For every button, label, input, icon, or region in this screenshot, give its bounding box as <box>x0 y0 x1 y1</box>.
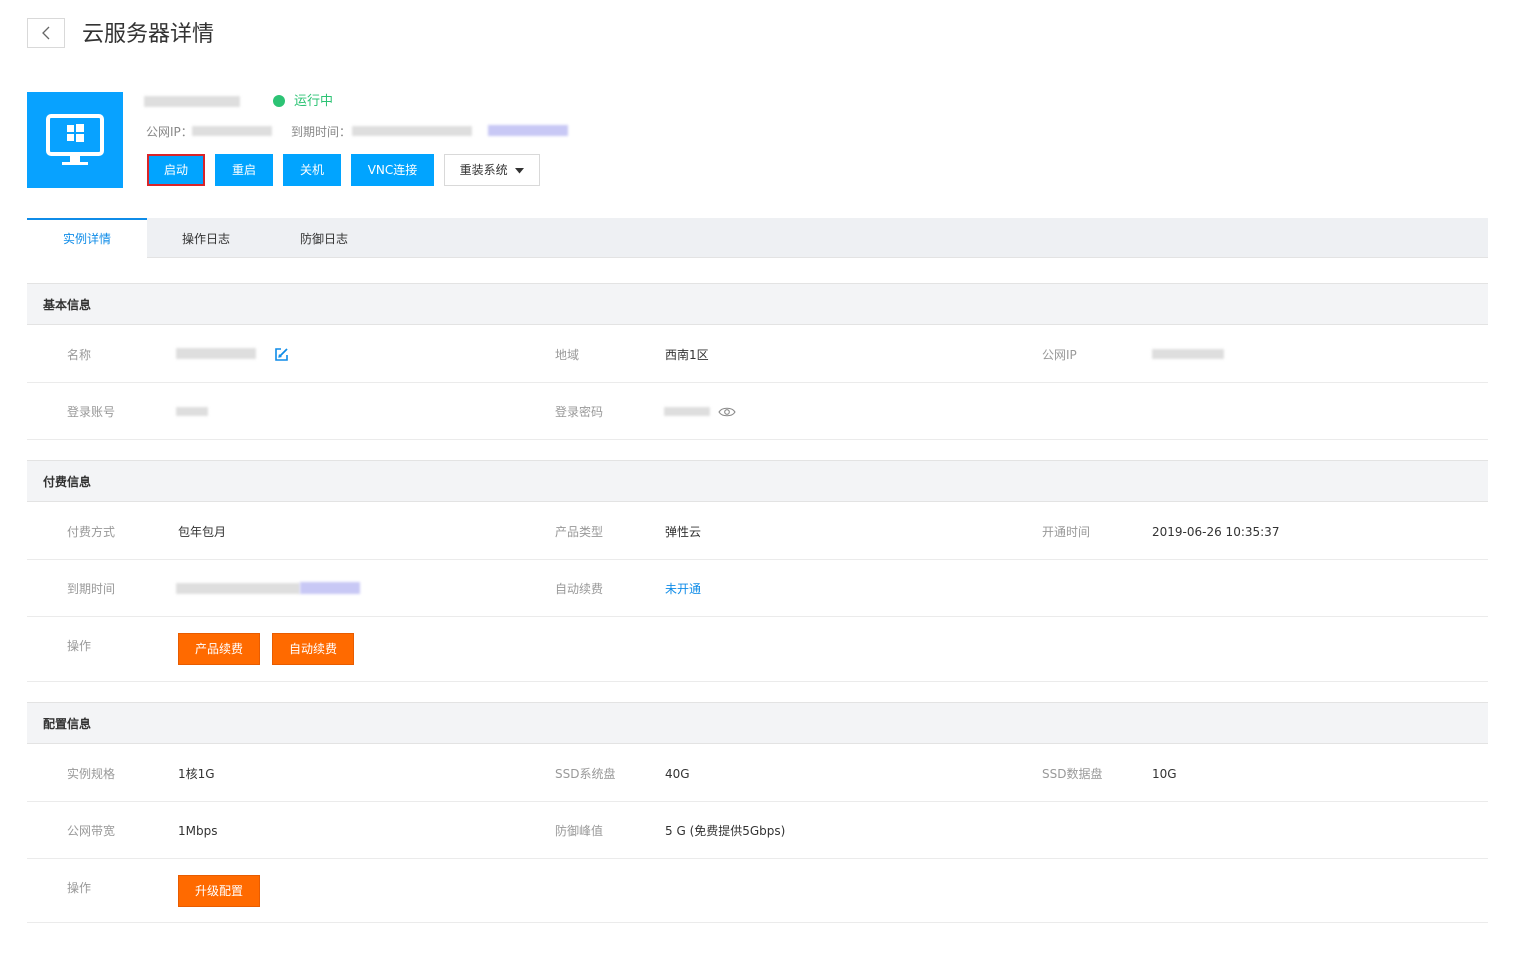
edit-icon[interactable] <box>274 347 290 363</box>
renew-product-button[interactable]: 产品续费 <box>178 633 260 665</box>
row-divider <box>27 559 1488 560</box>
running-status-dot <box>273 95 285 107</box>
pay-method-label: 付费方式 <box>67 525 116 539</box>
region-value: 西南1区 <box>665 348 709 362</box>
row-divider <box>27 858 1488 859</box>
windows-monitor-icon <box>46 114 104 165</box>
basic-info-header <box>27 283 1488 325</box>
auto-renew-button[interactable]: 自动续费 <box>272 633 354 665</box>
bandwidth-value: 1Mbps <box>178 824 218 838</box>
open-time-label: 开通时间 <box>1042 525 1091 539</box>
login-password-label: 登录密码 <box>555 405 604 419</box>
billing-ops-label: 操作 <box>67 639 92 653</box>
chevron-left-icon <box>42 26 50 40</box>
row-divider <box>27 681 1488 682</box>
login-password-masked <box>664 407 710 416</box>
name-value-redacted <box>176 348 256 359</box>
row-divider <box>27 439 1488 440</box>
instance-name-redacted <box>144 96 240 107</box>
billing-info-header <box>27 460 1488 502</box>
product-type-value: 弹性云 <box>665 525 702 539</box>
billing-expire-redacted <box>176 583 300 594</box>
tab-operation-log[interactable]: 操作日志 <box>147 218 265 258</box>
tab-defense-log[interactable]: 防御日志 <box>265 218 383 258</box>
ssd-data-value: 10G <box>1152 767 1177 781</box>
config-info-title: 配置信息 <box>43 717 92 731</box>
eye-icon[interactable] <box>718 403 736 417</box>
auto-renew-label: 自动续费 <box>555 582 604 596</box>
name-label: 名称 <box>67 348 92 362</box>
vnc-connect-button[interactable]: VNC连接 <box>351 154 434 186</box>
expire-label: 到期时间： <box>291 125 352 139</box>
spec-label: 实例规格 <box>67 767 116 781</box>
ssd-system-label: SSD系统盘 <box>555 767 616 781</box>
billing-info-title: 付费信息 <box>43 475 92 489</box>
config-ops-label: 操作 <box>67 881 92 895</box>
pay-method-value: 包年包月 <box>178 525 227 539</box>
defense-peak-label: 防御峰值 <box>555 824 604 838</box>
public-ip-value-redacted <box>1152 349 1224 359</box>
expire-note-redacted <box>488 125 568 136</box>
region-label: 地域 <box>555 348 580 362</box>
expire-time-redacted <box>352 126 472 136</box>
ssd-system-value: 40G <box>665 767 690 781</box>
page-title: 云服务器详情 <box>82 22 215 47</box>
start-button[interactable]: 启动 <box>147 154 205 186</box>
billing-expire-label: 到期时间 <box>67 582 116 596</box>
upgrade-config-button[interactable]: 升级配置 <box>178 875 260 907</box>
shutdown-button[interactable]: 关机 <box>283 154 341 186</box>
spec-value: 1核1G <box>178 767 215 781</box>
auto-renew-status-link[interactable]: 未开通 <box>665 581 701 597</box>
back-button[interactable] <box>27 18 65 48</box>
defense-peak-value: 5 G (免费提供5Gbps) <box>665 824 786 838</box>
row-divider <box>27 616 1488 617</box>
ssd-data-label: SSD数据盘 <box>1042 767 1103 781</box>
row-divider <box>27 382 1488 383</box>
product-type-label: 产品类型 <box>555 525 604 539</box>
row-divider <box>27 922 1488 923</box>
row-divider <box>27 801 1488 802</box>
billing-expire-note-redacted <box>300 582 360 594</box>
bandwidth-label: 公网带宽 <box>67 824 116 838</box>
reinstall-system-dropdown[interactable]: 重装系统 <box>444 154 540 186</box>
login-account-redacted <box>176 407 208 416</box>
login-account-label: 登录账号 <box>67 405 116 419</box>
status-badge: 运行中 <box>294 94 334 109</box>
caret-down-icon <box>515 167 525 173</box>
restart-button[interactable]: 重启 <box>215 154 273 186</box>
tab-instance-details[interactable]: 实例详情 <box>27 218 147 258</box>
config-info-header <box>27 702 1488 744</box>
server-thumbnail <box>27 92 123 188</box>
public-ip-label: 公网IP： <box>146 125 193 139</box>
basic-info-title: 基本信息 <box>43 298 92 312</box>
open-time-value: 2019-06-26 10:35:37 <box>1152 525 1280 539</box>
public-ip-field-label: 公网IP <box>1042 348 1077 362</box>
reinstall-label: 重装系统 <box>459 163 508 177</box>
public-ip-redacted <box>192 126 272 136</box>
